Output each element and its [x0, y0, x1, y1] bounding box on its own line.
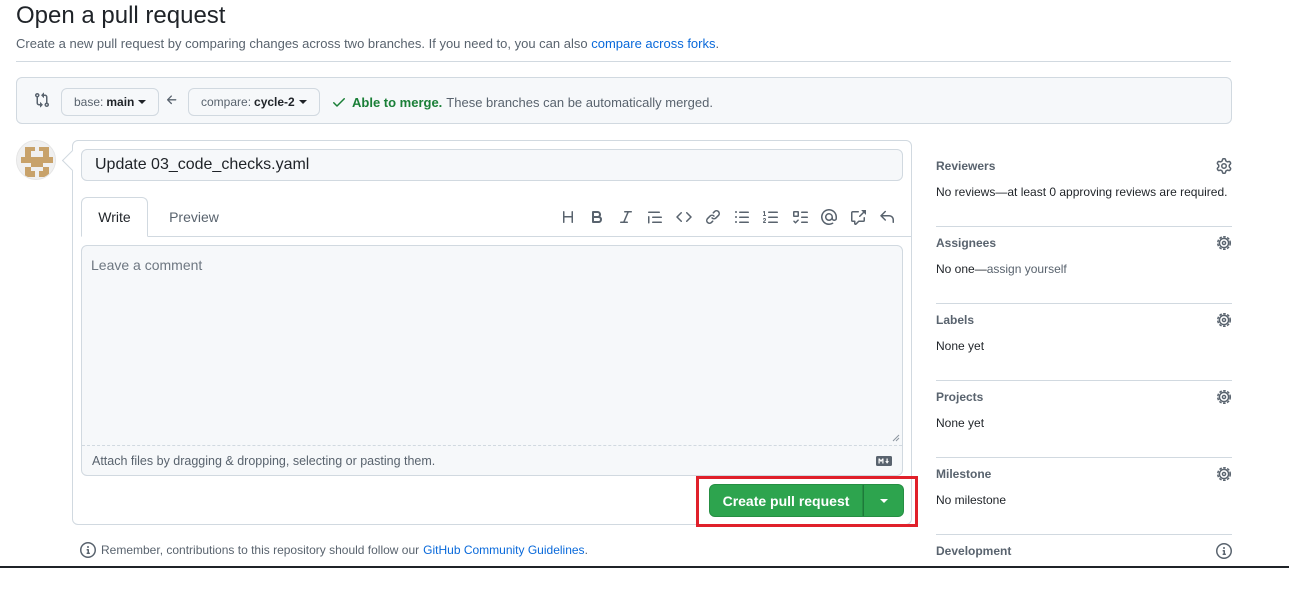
page-title: Open a pull request	[16, 2, 226, 29]
quote-icon	[647, 211, 662, 224]
labels-value: None yet	[936, 339, 985, 353]
header-divider	[16, 61, 1231, 62]
sidebar-projects: Projects None yet	[936, 381, 1232, 458]
compare-branch-name: cycle-2	[254, 95, 295, 109]
subtitle-text: Create a new pull request by comparing c…	[16, 36, 588, 51]
markdown-icon[interactable]	[876, 456, 892, 466]
community-guidelines-link[interactable]: GitHub Community Guidelines	[423, 543, 584, 557]
link-icon	[705, 209, 720, 225]
code-icon	[675, 211, 692, 223]
gear-icon[interactable]	[1216, 466, 1232, 482]
merge-ok-text: Able to merge.	[352, 94, 443, 110]
tabs-divider	[81, 236, 911, 237]
cross-reference-button[interactable]	[843, 207, 872, 227]
gear-icon[interactable]	[1216, 235, 1232, 251]
mention-icon	[820, 209, 837, 225]
development-title: Development	[936, 544, 1012, 558]
cross-reference-icon	[850, 210, 866, 225]
heading-icon	[562, 211, 573, 223]
quote-button[interactable]	[640, 207, 669, 227]
heading-button[interactable]	[553, 207, 582, 227]
projects-title: Projects	[936, 390, 984, 404]
italic-icon	[619, 211, 632, 223]
reviewers-value: No reviews—at least 0 approving reviews …	[936, 185, 1228, 199]
caret-down-icon	[879, 498, 888, 503]
task-list-button[interactable]	[785, 207, 814, 227]
milestone-title: Milestone	[936, 467, 992, 481]
reviewers-title: Reviewers	[936, 159, 996, 173]
italic-button[interactable]	[611, 207, 640, 227]
info-icon	[80, 542, 96, 558]
file-attachment-bar[interactable]: Attach files by dragging & dropping, sel…	[82, 445, 902, 476]
sidebar-assignees: Assignees No one—assign yourself	[936, 227, 1232, 304]
bold-button[interactable]	[582, 207, 611, 227]
ordered-list-icon	[762, 211, 778, 223]
submit-button-group: Create pull request	[709, 484, 904, 517]
unordered-list-button[interactable]	[727, 207, 756, 227]
compare-branch-button[interactable]: compare: cycle-2	[188, 88, 320, 116]
code-button[interactable]	[669, 207, 698, 227]
milestone-value: No milestone	[936, 493, 1007, 507]
guidelines-text: Remember, contributions to this reposito…	[101, 543, 420, 557]
gear-icon[interactable]	[1216, 389, 1232, 405]
pull-request-form: Write Preview	[72, 140, 912, 525]
task-list-icon	[792, 211, 808, 224]
markdown-toolbar	[553, 207, 901, 227]
merge-status: Able to merge. These branches can be aut…	[331, 94, 713, 110]
pr-title-input[interactable]	[81, 149, 903, 181]
ordered-list-button[interactable]	[756, 207, 785, 227]
avatar[interactable]	[16, 140, 56, 180]
caret-down-icon	[138, 100, 147, 104]
assign-yourself-link[interactable]: assign yourself	[987, 262, 1067, 276]
compare-across-forks-link[interactable]: compare across forks	[591, 36, 715, 51]
attach-text: Attach files by dragging & dropping, sel…	[92, 454, 436, 468]
assignees-value: No one—assign yourself	[936, 262, 1067, 276]
comment-editor: Attach files by dragging & dropping, sel…	[81, 245, 903, 476]
base-branch-name: main	[106, 95, 135, 109]
base-branch-button[interactable]: base: main	[61, 88, 160, 116]
range-editor: base: main compare: cycle-2 Able to merge.…	[16, 77, 1232, 124]
merge-note-text: These branches can be automatically merg…	[446, 94, 713, 110]
sidebar-development: Development	[936, 535, 1232, 612]
resize-handle-icon[interactable]	[892, 434, 900, 442]
projects-value: None yet	[936, 416, 985, 430]
info-icon[interactable]	[1216, 543, 1232, 559]
bottom-edge	[0, 566, 1289, 568]
tab-write[interactable]: Write	[81, 197, 148, 237]
reply-button[interactable]	[872, 207, 901, 227]
compare-prefix: compare:	[201, 95, 252, 109]
base-prefix: base:	[74, 95, 104, 109]
guidelines-end: .	[584, 543, 588, 557]
reply-icon	[879, 210, 894, 223]
labels-title: Labels	[936, 313, 975, 327]
check-icon	[333, 98, 345, 107]
sidebar-milestone: Milestone No milestone	[936, 458, 1232, 535]
assignees-none-text: No one—	[936, 262, 987, 276]
assignees-title: Assignees	[936, 236, 997, 250]
tab-preview[interactable]: Preview	[159, 197, 229, 237]
gear-icon[interactable]	[1216, 312, 1232, 328]
git-compare-icon	[35, 92, 50, 108]
sidebar-reviewers: Reviewers No reviews—at least 0 approvin…	[936, 150, 1232, 227]
unordered-list-icon	[734, 211, 749, 223]
subtitle-end: .	[715, 36, 720, 51]
caret-down-icon	[298, 100, 307, 104]
create-options-dropdown[interactable]	[863, 484, 904, 517]
sidebar-labels: Labels None yet	[936, 304, 1232, 381]
bold-icon	[591, 211, 602, 223]
page-subtitle: Create a new pull request by comparing c…	[16, 36, 719, 51]
gear-icon[interactable]	[1216, 158, 1232, 174]
identicon-icon	[17, 141, 55, 179]
comment-textarea[interactable]	[82, 246, 902, 445]
arrow-left-icon	[166, 95, 177, 105]
community-guidelines-note: Remember, contributions to this reposito…	[80, 542, 588, 558]
link-button[interactable]	[698, 207, 727, 227]
create-pull-request-button[interactable]: Create pull request	[709, 484, 863, 517]
mention-button[interactable]	[814, 207, 843, 227]
